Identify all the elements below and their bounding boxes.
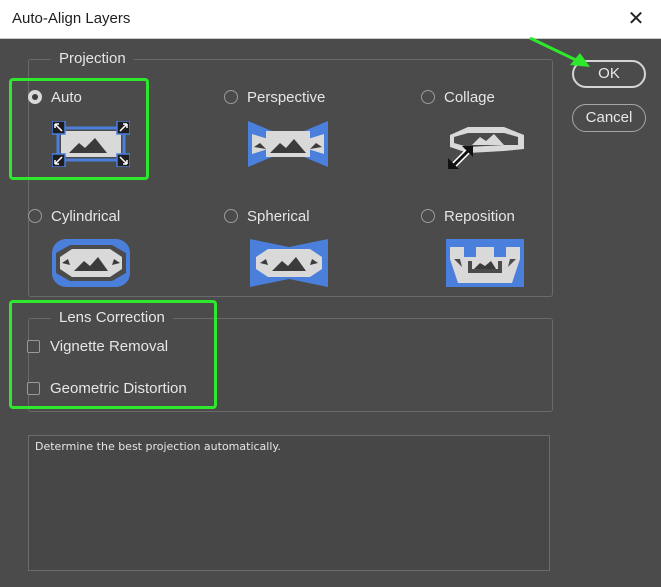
- close-icon[interactable]: ✕: [621, 5, 651, 33]
- radio-reposition[interactable]: Reposition: [421, 206, 515, 226]
- radio-spherical-label: Spherical: [247, 207, 310, 225]
- description-box: Determine the best projection automatica…: [28, 435, 550, 571]
- cylindrical-projection-icon[interactable]: [52, 239, 130, 287]
- arrow-icon: [529, 36, 590, 67]
- projection-legend: Projection: [51, 50, 134, 68]
- collage-projection-icon[interactable]: [446, 121, 528, 169]
- radio-button[interactable]: [224, 209, 238, 223]
- perspective-projection-icon[interactable]: [248, 121, 328, 167]
- radio-cylindrical-label: Cylindrical: [51, 207, 121, 225]
- reposition-projection-icon[interactable]: [446, 239, 524, 287]
- dialog-body: Projection Auto Perspective Collage Cyli…: [0, 36, 661, 587]
- radio-button[interactable]: [28, 209, 42, 223]
- dialog-title: Auto-Align Layers: [12, 10, 131, 27]
- radio-collage[interactable]: Collage: [421, 87, 495, 107]
- radio-cylindrical[interactable]: Cylindrical: [28, 206, 120, 226]
- radio-button[interactable]: [224, 90, 238, 104]
- radio-collage-label: Collage: [444, 88, 495, 106]
- radio-perspective[interactable]: Perspective: [224, 87, 325, 107]
- radio-spherical[interactable]: Spherical: [224, 206, 310, 226]
- title-bar: Auto-Align Layers ✕: [0, 0, 661, 39]
- cancel-button[interactable]: Cancel: [572, 104, 646, 132]
- radio-button[interactable]: [421, 209, 435, 223]
- description-text: Determine the best projection automatica…: [35, 440, 281, 453]
- radio-reposition-label: Reposition: [444, 207, 515, 225]
- radio-perspective-label: Perspective: [247, 88, 326, 106]
- auto-highlight-box: [9, 78, 149, 180]
- spherical-projection-icon[interactable]: [250, 239, 328, 287]
- lens-correction-highlight-box: [9, 300, 217, 409]
- radio-button[interactable]: [421, 90, 435, 104]
